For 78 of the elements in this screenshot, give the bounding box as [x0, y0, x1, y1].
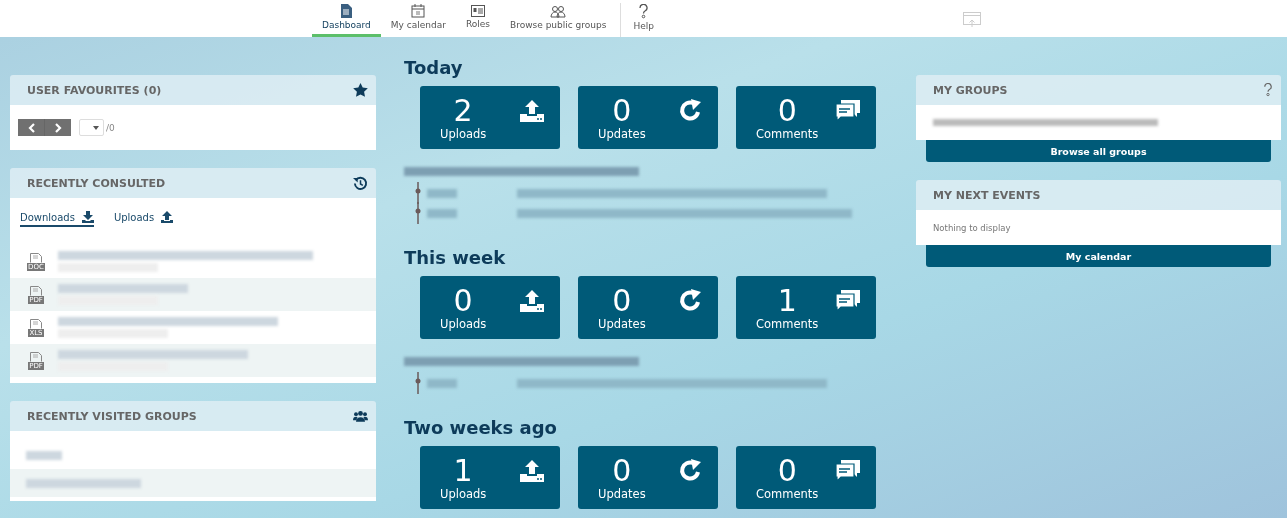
- stat-card[interactable]: 0 Comments: [736, 86, 876, 149]
- stat-card[interactable]: 2 Uploads: [420, 86, 560, 149]
- comments-icon: [835, 289, 861, 313]
- upload-icon: [161, 211, 174, 223]
- stat-label: Comments: [756, 487, 819, 501]
- page-total: /0: [106, 122, 115, 133]
- stat-value: 1: [777, 284, 797, 317]
- stat-value: 0: [453, 284, 473, 317]
- page-select[interactable]: [79, 119, 104, 136]
- blurred-text: [427, 378, 457, 388]
- stat-label: Updates: [598, 127, 646, 141]
- document-icon: [340, 4, 353, 18]
- people-icon: [550, 4, 567, 18]
- stat-label: Updates: [598, 317, 646, 331]
- nav-tab[interactable]: Dashboard: [312, 0, 381, 37]
- chevron-left-icon: [27, 122, 35, 133]
- stat-label: Updates: [598, 487, 646, 501]
- help-icon: [1263, 83, 1273, 97]
- stat-card[interactable]: 0 Comments: [736, 446, 876, 509]
- stat-card[interactable]: 1 Comments: [736, 276, 876, 339]
- timeline-marker-icon: [415, 372, 421, 394]
- redo-icon: [679, 289, 703, 313]
- comments-icon: [835, 99, 861, 123]
- stat-value: 1: [453, 454, 473, 487]
- tab[interactable]: Downloads: [20, 211, 94, 227]
- stat-value: 0: [612, 454, 632, 487]
- blurred-text: [26, 450, 62, 460]
- comments-icon: [835, 459, 861, 483]
- redo-icon: [679, 99, 703, 123]
- nav-tab[interactable]: Help: [623, 0, 664, 37]
- nav-tab[interactable]: Roles: [455, 0, 500, 37]
- panel-title: RECENTLY VISITED GROUPS: [27, 409, 197, 423]
- calendar-icon: [411, 4, 426, 18]
- blurred-text: [427, 188, 457, 198]
- previous-button[interactable]: [18, 119, 44, 136]
- stat-label: Comments: [756, 317, 819, 331]
- upload-icon: [519, 99, 545, 123]
- empty-message: Nothing to display: [933, 222, 1011, 233]
- caret-icon: [93, 125, 99, 130]
- download-icon: [81, 211, 94, 223]
- redo-icon: [679, 459, 703, 483]
- stat-card[interactable]: 0 Updates: [578, 276, 718, 339]
- section-heading: This week: [404, 247, 507, 268]
- stat-card[interactable]: 0 Updates: [578, 86, 718, 149]
- browse-groups-button[interactable]: Browse all groups: [926, 140, 1271, 162]
- blurred-text: [427, 208, 457, 218]
- panel-title: MY GROUPS: [933, 83, 1008, 97]
- nav-tab[interactable]: My calendar: [380, 0, 456, 37]
- stat-label: Comments: [756, 127, 819, 141]
- panel-title: MY NEXT EVENTS: [933, 188, 1041, 202]
- nav-tab[interactable]: Browse public groups: [500, 0, 617, 37]
- stat-value: 0: [777, 94, 797, 127]
- tab[interactable]: Uploads: [113, 211, 174, 227]
- stat-card[interactable]: 0 Updates: [578, 446, 718, 509]
- stat-card[interactable]: 1 Uploads: [420, 446, 560, 509]
- panel-title: USER FAVOURITES (0): [27, 83, 162, 97]
- upload-icon: [519, 289, 545, 313]
- upload-icon: [519, 459, 545, 483]
- next-button[interactable]: [45, 119, 71, 136]
- stat-label: Uploads: [440, 487, 487, 501]
- stat-value: 0: [777, 454, 797, 487]
- group-icon: [353, 410, 368, 422]
- stat-card[interactable]: 0 Uploads: [420, 276, 560, 339]
- stat-label: Uploads: [440, 127, 487, 141]
- history-icon: [353, 175, 368, 191]
- screen-icon: [963, 12, 981, 28]
- stat-value: 0: [612, 284, 632, 317]
- help-icon: [638, 3, 650, 19]
- stat-value: 0: [612, 94, 632, 127]
- stat-value: 2: [453, 94, 473, 127]
- section-heading: Two weeks ago: [404, 417, 558, 438]
- calendar-button[interactable]: My calendar: [926, 245, 1271, 267]
- chevron-right-icon: [54, 122, 62, 133]
- panel-title: RECENTLY CONSULTED: [27, 176, 166, 190]
- stat-label: Uploads: [440, 317, 487, 331]
- id-card-icon: [470, 5, 485, 17]
- section-heading: Today: [404, 57, 464, 78]
- star-icon: [353, 83, 368, 97]
